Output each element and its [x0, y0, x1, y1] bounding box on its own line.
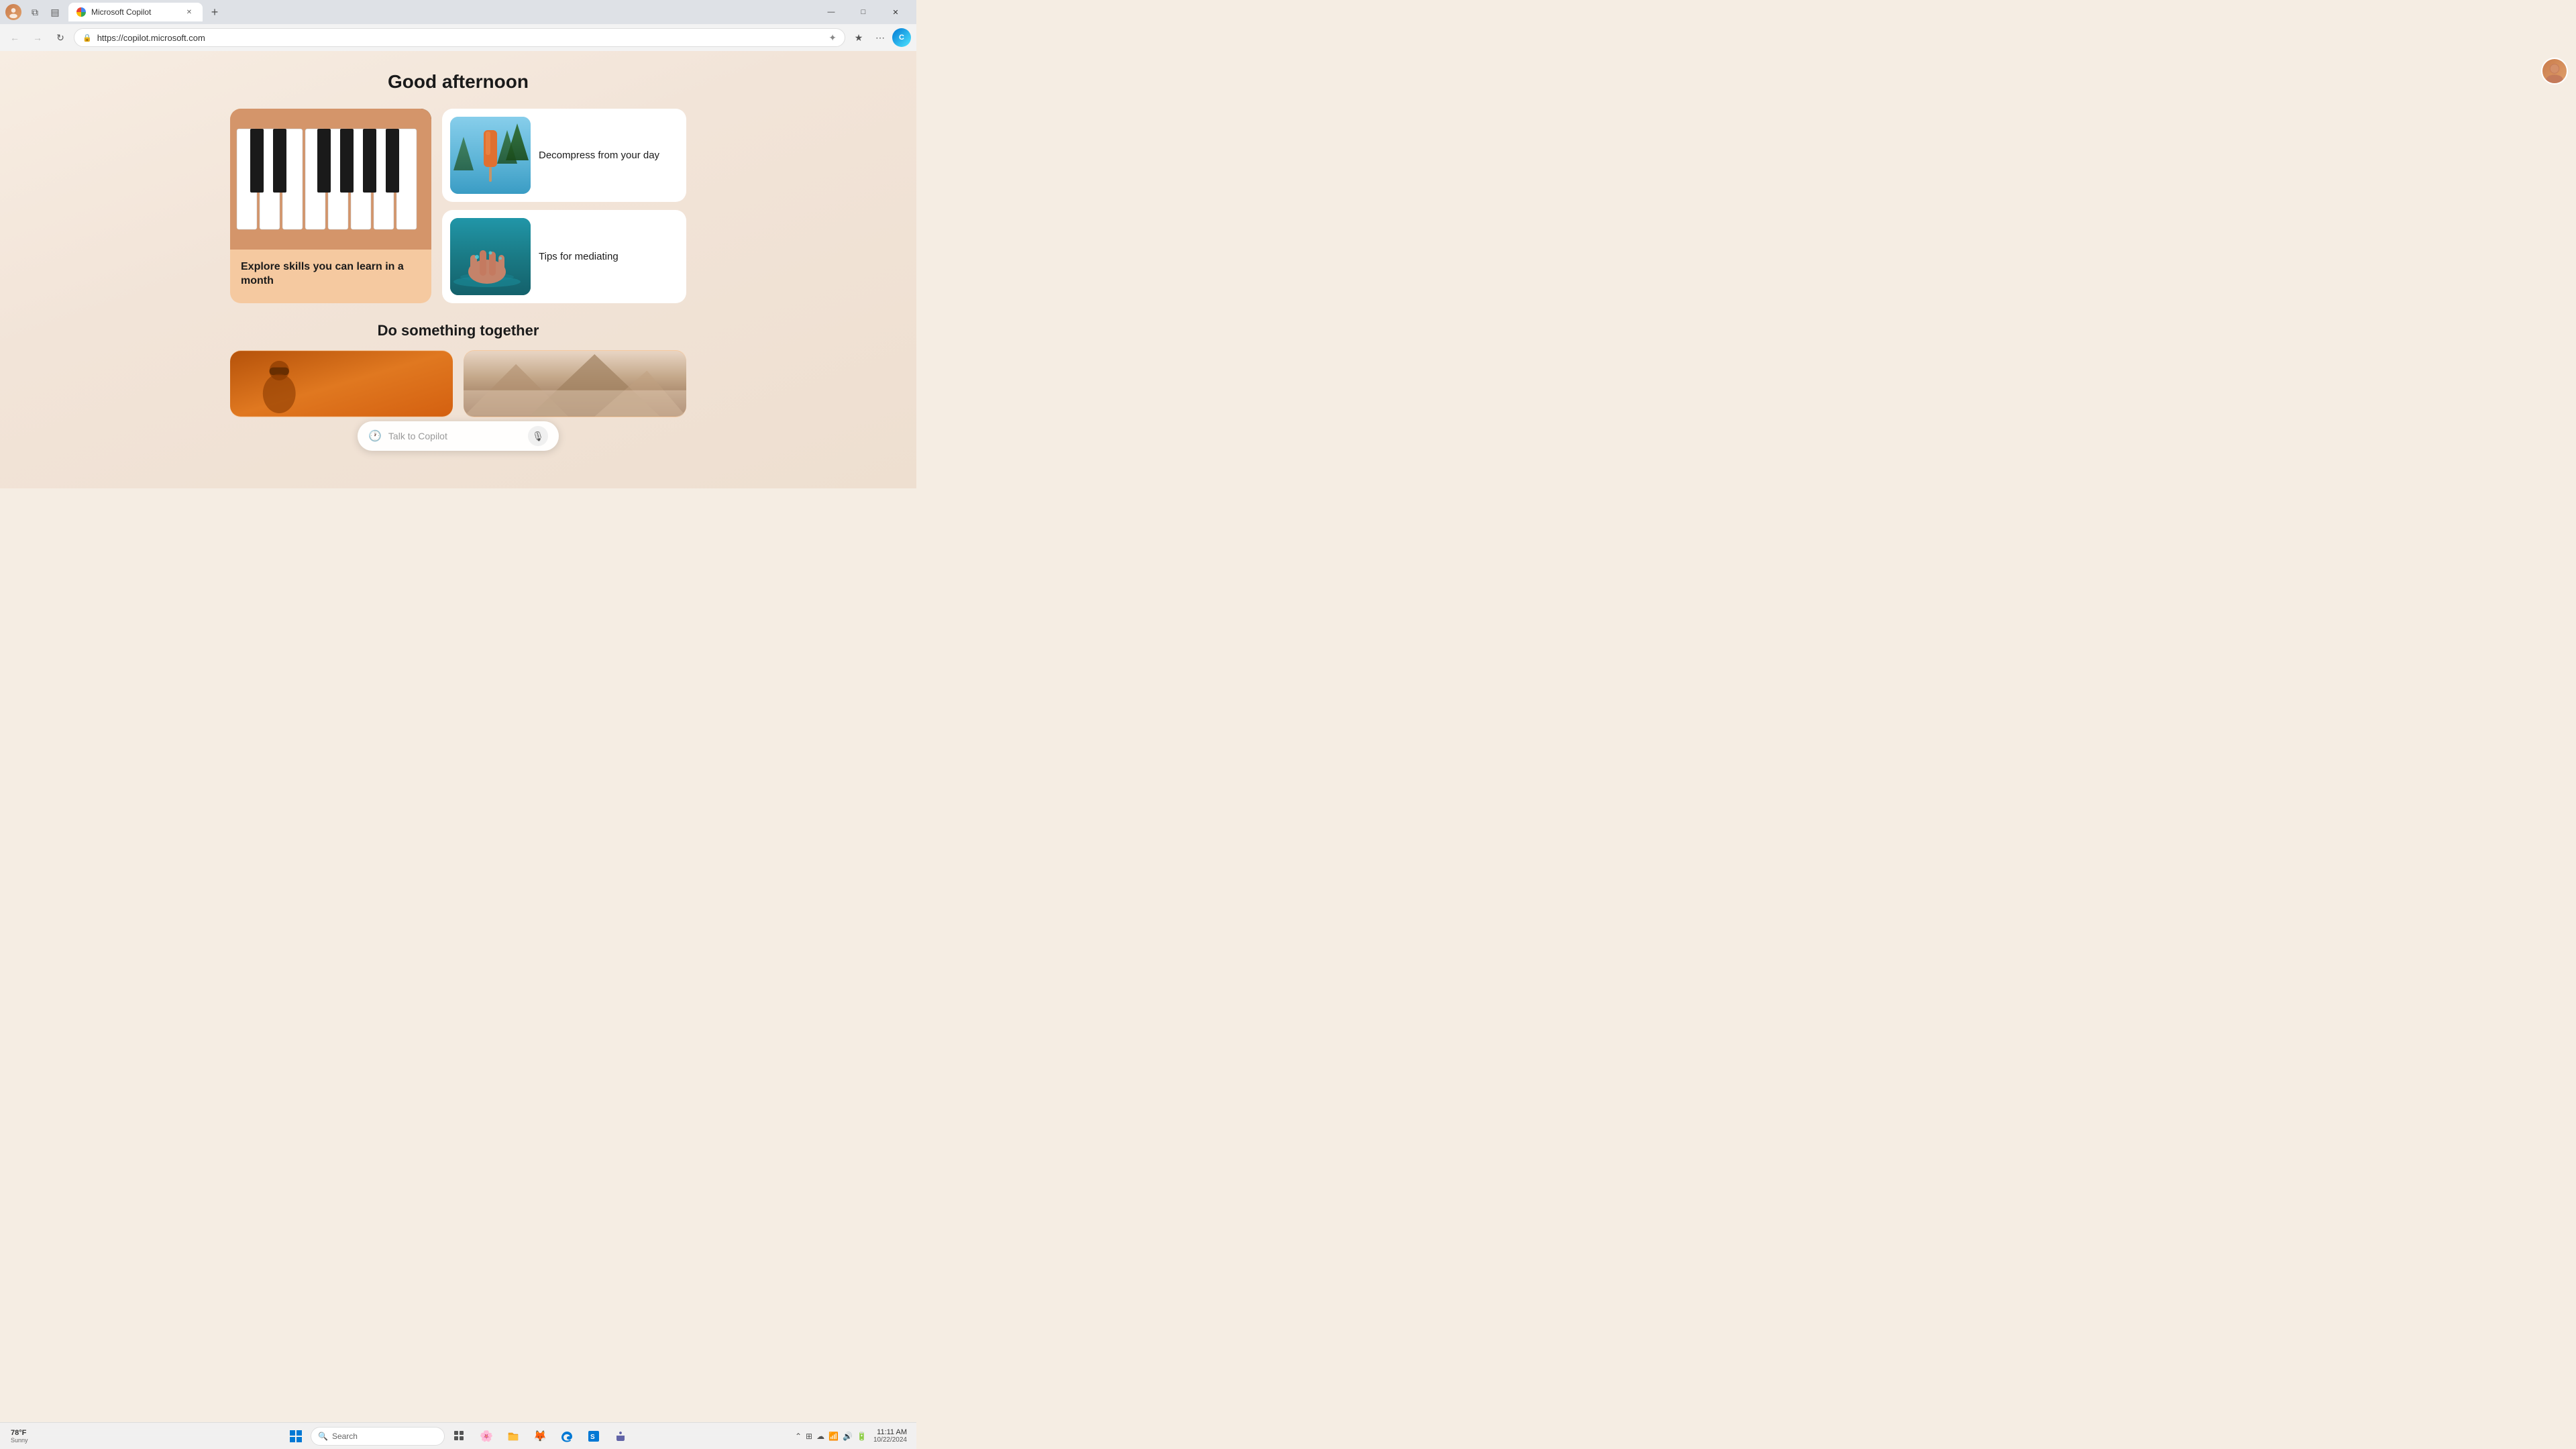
copilot-c-icon: C [899, 34, 904, 42]
weather-condition: Sunny [11, 1437, 40, 1444]
clock-date: 10/22/2024 [873, 1436, 907, 1444]
tab-bar: ⧉ ▤ Microsoft Copilot ✕ + — □ ✕ [0, 0, 916, 24]
store-button[interactable]: S [582, 1424, 606, 1448]
taskbar-search[interactable]: 🔍 Search [311, 1427, 445, 1446]
section2-title: Do something together [378, 322, 539, 339]
profile-icon[interactable] [5, 4, 21, 20]
cloud-icon[interactable]: ☁ [816, 1432, 824, 1441]
tab-title: Microsoft Copilot [91, 7, 178, 17]
favorites-button[interactable]: ★ [849, 28, 868, 47]
water-image [450, 218, 531, 295]
close-button[interactable]: ✕ [880, 0, 911, 24]
bottom-cards [230, 350, 686, 417]
meditate-card-label: Tips for mediating [539, 250, 619, 264]
lock-icon: 🔒 [83, 34, 92, 42]
microphone-button[interactable]: 🎙 [528, 426, 548, 446]
refresh-button[interactable]: ↻ [51, 28, 70, 47]
minimize-button[interactable]: — [816, 0, 847, 24]
vr-card[interactable] [230, 350, 453, 417]
wifi-icon[interactable]: 📶 [828, 1432, 839, 1441]
system-tray: ⌃ ⊞ ☁ 📶 🔊 🔋 11:11 AM 10/22/2024 [795, 1428, 911, 1444]
volume-icon[interactable]: 🔊 [843, 1432, 853, 1441]
copilot-placeholder: Talk to Copilot [388, 431, 521, 441]
back-button[interactable]: ← [5, 28, 24, 47]
tab-close-button[interactable]: ✕ [184, 7, 195, 17]
start-button[interactable] [284, 1424, 308, 1448]
edge-button[interactable] [555, 1424, 579, 1448]
weather-widget[interactable]: 78°F Sunny [5, 1429, 46, 1444]
piano-image [230, 109, 431, 250]
history-icon: 🕐 [368, 429, 382, 443]
workspaces-icon[interactable]: ⧉ [27, 4, 43, 20]
maximize-button[interactable]: □ [848, 0, 879, 24]
copilot-input-bar[interactable]: 🕐 Talk to Copilot 🎙 [358, 421, 559, 451]
edge-copilot-button[interactable]: C [892, 28, 911, 47]
svg-text:S: S [590, 1434, 595, 1441]
piano-card-label: Explore skills you can learn in a month [230, 250, 431, 299]
active-tab[interactable]: Microsoft Copilot ✕ [68, 3, 203, 21]
forward-button[interactable]: → [28, 28, 47, 47]
page-content: Good afternoon [0, 51, 916, 488]
browser-button[interactable]: 🦊 [528, 1424, 552, 1448]
toolbar-actions: ★ ⋯ C [849, 28, 911, 47]
chevron-up-icon[interactable]: ⌃ [795, 1432, 802, 1441]
vertical-tabs-icon[interactable]: ▤ [47, 4, 63, 20]
greeting-text: Good afternoon [388, 71, 529, 93]
weather-temperature: 78°F [11, 1429, 40, 1437]
copilot-magic-icon: ✦ [828, 32, 837, 44]
small-cards-column: Decompress from your day [442, 109, 686, 303]
taskview-button[interactable] [447, 1424, 472, 1448]
window-controls: — □ ✕ [816, 0, 911, 24]
piano-card[interactable]: Explore skills you can learn in a month [230, 109, 431, 303]
tab-favicon [76, 7, 86, 17]
clock-widget[interactable]: 11:11 AM 10/22/2024 [869, 1428, 911, 1444]
sys-tray-icons: ⌃ ⊞ ☁ 📶 🔊 🔋 [795, 1432, 867, 1441]
user-avatar[interactable] [2541, 58, 2568, 85]
mountains-card[interactable] [464, 350, 686, 417]
widgets-icon[interactable]: ⊞ [806, 1432, 812, 1441]
teams-button[interactable] [608, 1424, 633, 1448]
new-tab-button[interactable]: + [205, 3, 224, 21]
widgets-button[interactable]: 🌸 [474, 1424, 498, 1448]
meditate-card[interactable]: Tips for mediating [442, 210, 686, 303]
cards-grid: Explore skills you can learn in a month [230, 109, 686, 303]
search-text: Search [332, 1432, 358, 1441]
tab-controls: ⧉ ▤ [27, 4, 63, 20]
popsicle-image [450, 117, 531, 194]
popsicle-card[interactable]: Decompress from your day [442, 109, 686, 202]
url-text: https://copilot.microsoft.com [97, 33, 824, 43]
address-bar-row: ← → ↻ 🔒 https://copilot.microsoft.com ✦ … [0, 24, 916, 51]
more-button[interactable]: ⋯ [871, 28, 890, 47]
browser-chrome: ⧉ ▤ Microsoft Copilot ✕ + — □ ✕ ← → ↻ 🔒 … [0, 0, 916, 51]
taskbar-center: 🔍 Search 🌸 🦊 [284, 1424, 633, 1448]
popsicle-card-label: Decompress from your day [539, 149, 659, 162]
battery-icon[interactable]: 🔋 [857, 1432, 867, 1441]
search-icon: 🔍 [318, 1432, 328, 1441]
files-button[interactable] [501, 1424, 525, 1448]
taskbar: 78°F Sunny 🔍 Search [0, 1422, 916, 1449]
clock-time: 11:11 AM [877, 1428, 907, 1436]
url-bar[interactable]: 🔒 https://copilot.microsoft.com ✦ [74, 28, 845, 47]
